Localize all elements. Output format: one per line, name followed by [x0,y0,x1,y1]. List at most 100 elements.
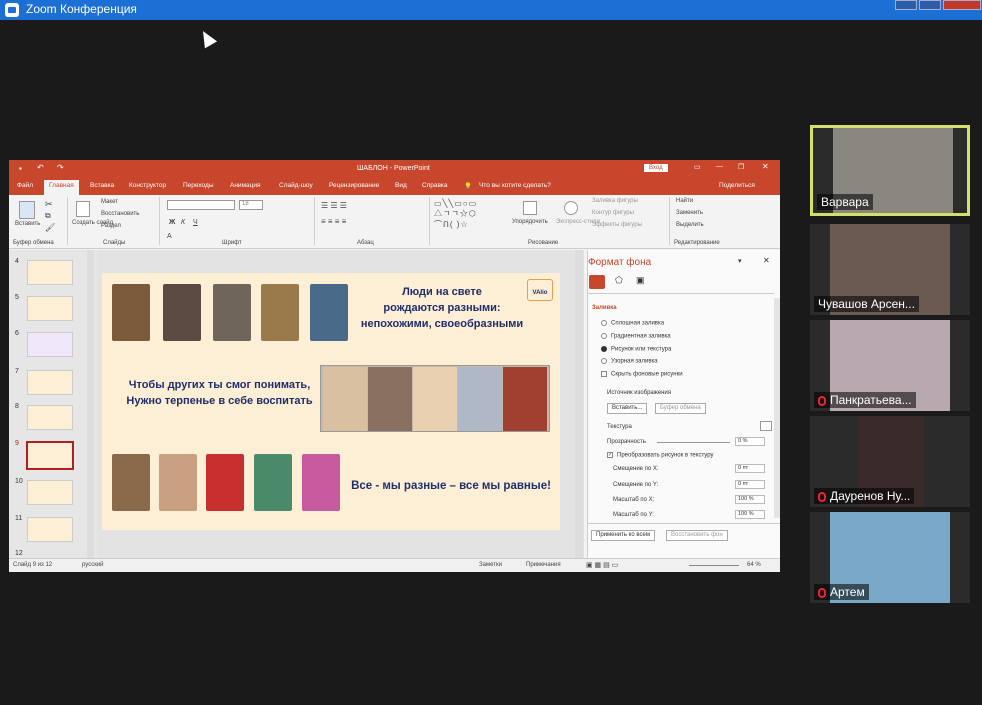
thumbnail-scrollbar[interactable] [87,250,94,558]
undo-icon[interactable]: ↶ [37,163,44,172]
slide-text-line2b: Нужно терпенье в себе воспитать [126,395,313,407]
copy-icon[interactable]: ⧉ [45,211,51,221]
reset-background-button[interactable]: Восстановить фон [666,530,728,541]
login-button[interactable]: Вход [644,164,668,172]
slide-thumbnail[interactable] [27,517,73,542]
tab-animation[interactable]: Анимация [230,182,261,189]
participant-tile[interactable]: Чувашов Арсен... [810,224,970,315]
pane-options-icon[interactable]: ▾ [738,257,742,265]
zoom-level[interactable]: 64 % [747,562,761,568]
share-button[interactable]: Поделиться [719,182,755,189]
clipboard-icon[interactable] [19,201,35,219]
participant-name: Варвара [817,194,873,210]
close-icon[interactable]: ✕ [762,162,769,171]
participant-tile[interactable]: Варвара [810,125,970,216]
tab-home[interactable]: Главная [44,180,79,195]
pane-scrollbar[interactable] [774,298,780,518]
replace-button[interactable]: Заменить [676,210,703,216]
quick-styles-icon[interactable] [564,201,578,215]
slide-thumbnail[interactable] [27,405,73,430]
slide-thumbnail[interactable] [27,332,73,357]
offset-y-input[interactable]: 0 пт [735,480,765,489]
thumb-number: 9 [15,440,19,447]
select-button[interactable]: Выделить [676,222,704,228]
participant-tile[interactable]: Артем [810,512,970,603]
reset-button[interactable]: Восстановить [101,211,139,217]
slide-thumbnail-selected[interactable] [26,441,74,470]
slide-thumbnail[interactable] [27,480,73,505]
shape-outline-button[interactable]: Контур фигуры [592,210,634,216]
arrange-icon[interactable] [523,201,537,215]
paste-button[interactable]: Вставить [15,221,40,227]
shape-effects-button[interactable]: Эффекты фигуры [592,222,642,228]
tab-transitions[interactable]: Переходы [183,182,214,189]
pane-close-icon[interactable]: ✕ [763,256,770,265]
picture-tab-icon[interactable]: ▣ [636,275,645,286]
checkbox-tile-picture[interactable]: ✓ Преобразовать рисунок в текстуру [607,452,713,459]
minimize-window-button[interactable] [895,0,917,10]
insert-picture-button[interactable]: Вставить... [607,403,648,414]
cut-icon[interactable]: ✂ [45,199,53,210]
comments-button[interactable]: Примечания [526,562,561,568]
tell-me-search[interactable]: Что вы хотите сделать? [479,182,551,189]
slide-thumbnail[interactable] [27,260,73,285]
bullets-icon[interactable]: ☰ ☰ ☰ [321,201,347,210]
tab-review[interactable]: Рецензирование [329,182,379,189]
radio-pattern-fill[interactable]: Узорная заливка [601,358,658,365]
tab-file[interactable]: Файл [17,182,33,189]
current-slide[interactable]: VAlio Люди на свете рождаются разными: н… [102,273,560,530]
scale-y-input[interactable]: 100 % [735,510,765,519]
section-button[interactable]: Раздел [101,223,121,229]
save-icon[interactable]: ▪ [19,164,22,173]
participant-tile[interactable]: Панкратьева... [810,320,970,411]
underline-icon[interactable]: Ч [193,219,198,226]
radio-solid-fill[interactable]: Сплошная заливка [601,320,664,327]
font-color-icon[interactable]: A [167,233,172,240]
effects-tab-icon[interactable]: ⬠ [615,275,623,286]
maximize-window-button[interactable] [919,0,941,10]
zoom-slider[interactable] [689,565,739,566]
texture-picker-icon[interactable] [760,421,772,431]
transparency-input[interactable]: 0 % [735,437,765,446]
font-name-box[interactable] [167,200,235,210]
transparency-slider[interactable] [657,442,730,443]
format-painter-icon[interactable]: 🖌 [45,223,55,232]
radio-picture-fill[interactable]: Рисунок или текстура [601,346,671,353]
slide-thumbnail[interactable] [27,296,73,321]
offset-x-input[interactable]: 0 пт [735,464,765,473]
scale-y-label: Масштаб по Y: [613,512,654,518]
notes-button[interactable]: Заметки [479,562,502,568]
canvas-scrollbar[interactable] [575,250,583,558]
fill-section-header[interactable]: Заливка [592,305,617,311]
fill-tab-icon[interactable] [589,275,605,289]
tab-help[interactable]: Справка [422,182,448,189]
close-window-button[interactable] [943,0,981,10]
apply-to-all-button[interactable]: Применить ко всем [591,530,655,541]
participant-tile[interactable]: Дауренов Ну... [810,416,970,507]
layout-button[interactable]: Макет [101,199,118,205]
ribbon-options-icon[interactable]: ▭ [694,163,701,171]
bold-icon[interactable]: Ж [169,219,175,226]
font-size-box[interactable]: 18 [239,200,263,210]
shapes-gallery-icon[interactable]: ▭╲╲▭○▭ △ㄱㄱ☆⬡ ⌒ᑎ( )☆ [434,199,477,230]
shape-fill-button[interactable]: Заливка фигуры [592,198,638,204]
align-icon[interactable]: ≡ ≡ ≡ ≡ [321,217,346,226]
radio-gradient-fill[interactable]: Градиентная заливка [601,333,671,340]
tab-slideshow[interactable]: Слайд-шоу [279,182,313,189]
restore-icon[interactable]: ❐ [738,163,744,171]
redo-icon[interactable]: ↷ [57,163,64,172]
tab-view[interactable]: Вид [395,182,407,189]
slide-thumbnail[interactable] [27,370,73,395]
arrange-button[interactable]: Упорядочить [512,219,548,225]
tab-design[interactable]: Конструктор [129,182,166,189]
find-button[interactable]: Найти [676,198,693,204]
minimize-icon[interactable]: — [716,163,723,170]
italic-icon[interactable]: К [181,219,185,226]
new-slide-icon[interactable] [76,201,90,217]
normal-view-icon[interactable]: ▣ ▦ ▤ ▭ [586,561,618,569]
checkbox-hide-background[interactable]: Скрыть фоновые рисунки [601,371,683,378]
clipboard-button[interactable]: Буфер обмена [655,403,706,414]
tab-insert[interactable]: Вставка [90,182,114,189]
language-indicator[interactable]: русский [82,562,104,568]
scale-x-input[interactable]: 100 % [735,495,765,504]
